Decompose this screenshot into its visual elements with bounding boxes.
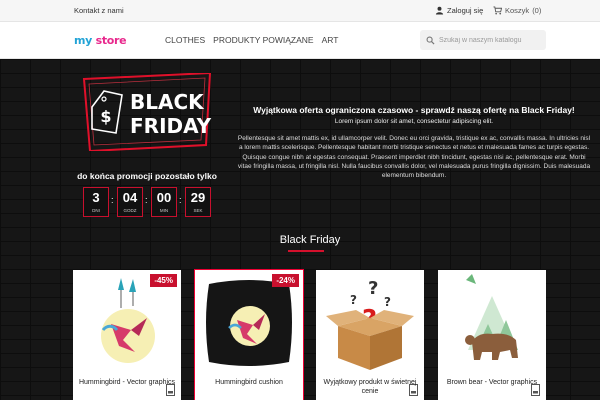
svg-text:$: $ — [100, 107, 111, 126]
user-icon — [435, 6, 444, 15]
promo-title: Wyjątkowa oferta ograniczona czasowo - s… — [253, 105, 575, 115]
countdown-label: do końca promocji pozostało tylko — [77, 171, 217, 181]
countdown-days-unit: DNI — [92, 208, 100, 213]
countdown-hours-value: 04 — [122, 190, 138, 205]
product-name[interactable]: Brown bear - Vector graphics — [440, 378, 544, 387]
store-logo[interactable]: my store — [74, 34, 127, 47]
cart-label: Koszyk — [505, 6, 530, 15]
black-friday-neon-logo: $ BLACK FRIDAY — [82, 73, 212, 151]
product-name[interactable]: Hummingbird cushion — [197, 378, 301, 387]
login-label: Zaloguj się — [447, 6, 484, 15]
nav-item-clothes[interactable]: CLOTHES — [165, 35, 205, 45]
countdown-separator: : — [145, 195, 148, 205]
black-friday-hero: $ BLACK FRIDAY do końca promocji pozosta… — [0, 59, 600, 400]
search-icon[interactable] — [426, 36, 435, 45]
countdown-days-value: 3 — [92, 190, 100, 205]
cart-count: (0) — [532, 6, 542, 15]
countdown-days: 3 DNI — [83, 187, 109, 217]
top-bar: Kontakt z nami Zaloguj się Koszyk (0) — [0, 0, 600, 22]
discount-badge: -45% — [150, 274, 177, 287]
countdown-minutes-value: 00 — [156, 190, 172, 205]
section-title: Black Friday — [279, 234, 341, 246]
section-underline — [288, 250, 324, 252]
svg-text:?: ? — [350, 293, 357, 307]
countdown-seconds: 29 SEK — [185, 187, 211, 217]
discount-badge: -24% — [272, 274, 299, 287]
countdown-seconds-value: 29 — [190, 190, 206, 205]
badge-line-black: BLACK — [130, 90, 205, 114]
countdown-hours: 04 GODZ — [117, 187, 143, 217]
promo-body: Pellentesque sit amet mattis ex, id ulla… — [237, 135, 591, 180]
contact-link[interactable]: Kontakt z nami — [74, 6, 124, 15]
product-name[interactable]: Wyjątkowy produkt w świetnej cenie — [318, 378, 422, 396]
nav-item-art[interactable]: ART — [322, 35, 339, 45]
nav-item-related-products[interactable]: PRODUKTY POWIĄZANE — [213, 35, 313, 45]
countdown-minutes: 00 MIN — [151, 187, 177, 217]
badge-line-friday: FRIDAY — [130, 114, 212, 138]
cart-icon — [493, 6, 502, 15]
brown-bear-vector-image[interactable] — [438, 270, 546, 376]
price-tag-icon: $ — [91, 90, 123, 134]
promo-subtitle: Lorem ipsum dolor sit amet, consectetur … — [334, 118, 494, 125]
svg-text:?: ? — [384, 295, 391, 309]
product-card[interactable]: ? ? ? ? Wyjątkowy produkt w świetnej cen… — [316, 270, 424, 400]
search-box — [420, 30, 546, 50]
site-header: my store CLOTHES PRODUKTY POWIĄZANE ART — [0, 22, 600, 59]
countdown-separator: : — [179, 195, 182, 205]
countdown-hours-unit: GODZ — [123, 208, 137, 213]
logo-store: store — [95, 34, 127, 47]
countdown-seconds-unit: SEK — [193, 208, 203, 213]
product-card[interactable]: Brown bear - Vector graphics — [438, 270, 546, 400]
svg-text:?: ? — [368, 278, 378, 299]
countdown-separator: : — [111, 195, 114, 205]
product-card[interactable]: -24% Hummingbird cushion — [194, 269, 304, 400]
cart-link[interactable]: Koszyk (0) — [493, 6, 541, 15]
search-input[interactable] — [439, 36, 544, 44]
product-card[interactable]: -45% Hummingbird - Vector graphics — [73, 270, 181, 400]
mystery-box-image[interactable]: ? ? ? ? — [316, 270, 424, 376]
logo-my: my — [74, 34, 93, 47]
login-link[interactable]: Zaloguj się — [435, 6, 483, 15]
product-name[interactable]: Hummingbird - Vector graphics — [75, 378, 179, 387]
countdown-minutes-unit: MIN — [159, 208, 169, 213]
main-nav: CLOTHES PRODUKTY POWIĄZANE ART — [165, 35, 338, 45]
